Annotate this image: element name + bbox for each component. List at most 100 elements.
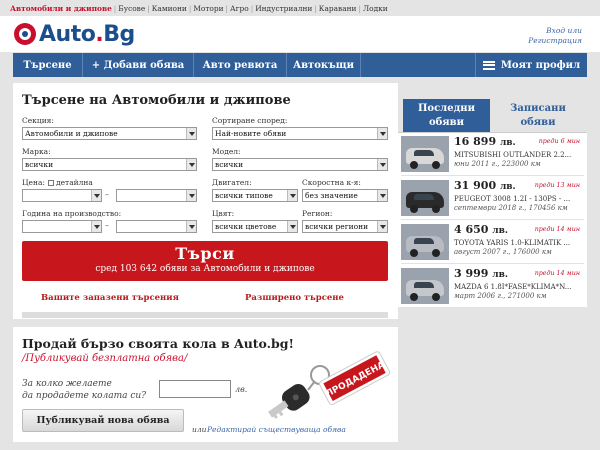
ad-list-item[interactable]: 4 650 лв. преди 14 мин TOYOTA YARIS 1.0-KL… — [401, 222, 584, 264]
category-industrial[interactable]: Индустриални — [255, 4, 312, 13]
ad-posted-time: преди 14 мин — [534, 226, 580, 233]
chevron-down-icon — [186, 221, 196, 232]
main-nav: Търсене + Добави обява Авто ревюта Авток… — [13, 53, 587, 77]
price-detail-label: детайлна — [55, 178, 93, 187]
ad-list-item[interactable]: 16 899 лв. преди 6 мин MITSUBISHI OUTLANDE… — [401, 134, 584, 176]
chevron-down-icon — [377, 190, 387, 201]
search-button[interactable]: Търси сред 103 642 обяви за Автомобили и… — [22, 241, 388, 281]
category-trucks[interactable]: Камиони — [152, 4, 187, 13]
advanced-search-link[interactable]: Разширено търсене — [245, 293, 344, 303]
ad-price: 16 899 лв. — [454, 135, 516, 148]
top-category-bar: Автомобили и джипове | Бусове | Камиони | Мото… — [10, 4, 388, 13]
category-vans[interactable]: Бусове — [118, 4, 145, 13]
chevron-down-icon — [186, 128, 196, 139]
ad-meta: юни 2011 г., 223000 км — [454, 160, 541, 168]
ad-price: 31 900 лв. — [454, 179, 516, 192]
ad-title[interactable]: PEUGEOT 3008 1.2I - 130PS - ... — [454, 195, 582, 203]
section-label: Секция: — [22, 116, 54, 125]
engine-select[interactable]: всички типове — [212, 189, 298, 202]
ad-price: 3 999 лв. — [454, 267, 509, 280]
latest-ads-list: 16 899 лв. преди 6 мин MITSUBISHI OUTLANDE… — [398, 132, 587, 308]
ad-posted-time: преди 6 мин — [538, 138, 580, 145]
car-thumbnail[interactable] — [401, 136, 449, 172]
chevron-down-icon — [287, 221, 297, 232]
register-link[interactable]: Регистрация — [528, 36, 582, 46]
sell-subtitle: /Публикувай безплатна обява/ — [22, 353, 188, 364]
search-result-count: сред 103 642 обяви за Автомобили и джипо… — [95, 264, 315, 274]
ad-title[interactable]: TOYOTA YARIS 1.0-KLIMATIK ... — [454, 239, 582, 247]
price-question: За колко желаете да продадете колата си? — [22, 379, 147, 401]
sell-car-panel: Продай бързо своята кола в Auto.bg! /Пуб… — [13, 327, 398, 442]
category-agro[interactable]: Агро — [230, 4, 249, 13]
section-select[interactable]: Автомобили и джипове — [22, 127, 197, 140]
price-detail-checkbox[interactable] — [47, 180, 54, 186]
region-select[interactable]: всички региони — [302, 220, 388, 233]
engine-label: Двигател: — [212, 178, 252, 187]
nav-search[interactable]: Търсене — [13, 53, 83, 77]
nav-my-profile[interactable]: Моят профил — [475, 53, 587, 77]
chevron-down-icon — [91, 190, 101, 201]
chevron-down-icon — [377, 128, 387, 139]
saved-searches-link[interactable]: Вашите запазени търсения — [41, 293, 179, 303]
ad-meta: август 2007 г., 176000 км — [454, 248, 552, 256]
year-from-select[interactable] — [22, 220, 102, 233]
make-label: Марка: — [22, 147, 51, 156]
currency-label: лв. — [235, 385, 248, 394]
chevron-down-icon — [377, 221, 387, 232]
site-logo[interactable]: Auto.Bg — [14, 19, 135, 49]
logo-target-icon — [14, 23, 36, 45]
latest-ads-column: Последни обяви Записани обяви 16 899 лв.… — [398, 95, 587, 308]
color-select[interactable]: всички цветове — [212, 220, 298, 233]
year-to-select[interactable] — [116, 220, 197, 233]
desired-price-input[interactable] — [159, 380, 231, 398]
nav-magazine[interactable]: Авто ревюта — [194, 53, 287, 77]
chevron-down-icon — [287, 190, 297, 201]
color-label: Цвят: — [212, 209, 235, 218]
gearbox-select[interactable]: без значение — [302, 189, 388, 202]
nav-add-ad[interactable]: + Добави обява — [83, 53, 194, 77]
year-label: Година на производство: — [22, 209, 122, 218]
category-motorcycles[interactable]: Мотори — [193, 4, 223, 13]
sort-label: Сортиране според: — [212, 116, 288, 125]
tab-saved-ads[interactable]: Записани обяви — [493, 99, 583, 132]
car-thumbnail[interactable] — [401, 224, 449, 260]
menu-icon — [482, 60, 495, 70]
tab-latest-ads[interactable]: Последни обяви — [403, 99, 490, 132]
ad-posted-time: преди 13 мин — [534, 182, 580, 189]
ad-posted-time: преди 14 мин — [534, 270, 580, 277]
ad-list-item[interactable]: 3 999 лв. преди 14 мин MAZDA 6 1.8I*FASE*K… — [401, 266, 584, 308]
gearbox-label: Скоростна к-я: — [302, 178, 361, 187]
ad-title[interactable]: MAZDA 6 1.8I*FASE*KLIMA*N... — [454, 283, 582, 291]
ad-meta: септември 2018 г., 170456 км — [454, 204, 568, 212]
search-panel-title: Търсене на Автомобили и джипове — [22, 93, 291, 108]
ad-title[interactable]: MITSUBISHI OUTLANDER 2.2... — [454, 151, 582, 159]
price-to-select[interactable] — [116, 189, 197, 202]
nav-dealers[interactable]: Автокъщи — [287, 53, 361, 77]
chevron-down-icon — [186, 190, 196, 201]
chevron-down-icon — [377, 159, 387, 170]
model-select[interactable]: всички — [212, 158, 388, 171]
car-key-sold-tag-icon: ПРОДАДЕНА — [268, 351, 391, 419]
sort-select[interactable]: Най-новите обяви — [212, 127, 388, 140]
search-panel: Търсене на Автомобили и джипове Секция: … — [13, 83, 398, 319]
site-header: Auto.Bg Вход или Регистрация — [0, 16, 600, 52]
make-select[interactable]: всички — [22, 158, 197, 171]
panel-divider — [22, 312, 388, 318]
chevron-down-icon — [186, 159, 196, 170]
car-thumbnail[interactable] — [401, 180, 449, 216]
category-boats[interactable]: Лодки — [363, 4, 388, 13]
car-thumbnail[interactable] — [401, 268, 449, 304]
ad-list-item[interactable]: 31 900 лв. преди 13 мин PEUGEOT 3008 1.2I … — [401, 178, 584, 220]
publish-new-ad-button[interactable]: Публикувай нова обява — [22, 409, 184, 432]
ad-meta: март 2006 г., 271000 км — [454, 292, 547, 300]
ad-price: 4 650 лв. — [454, 223, 509, 236]
category-cars[interactable]: Автомобили и джипове — [10, 4, 112, 13]
category-caravans[interactable]: Каравани — [319, 4, 357, 13]
region-label: Регион: — [302, 209, 333, 218]
chevron-down-icon — [91, 221, 101, 232]
price-from-select[interactable] — [22, 189, 102, 202]
sell-title: Продай бързо своята кола в Auto.bg! — [22, 336, 294, 351]
login-register-links[interactable]: Вход или Регистрация — [528, 26, 582, 46]
login-link[interactable]: Вход или — [528, 26, 582, 36]
model-label: Модел: — [212, 147, 241, 156]
